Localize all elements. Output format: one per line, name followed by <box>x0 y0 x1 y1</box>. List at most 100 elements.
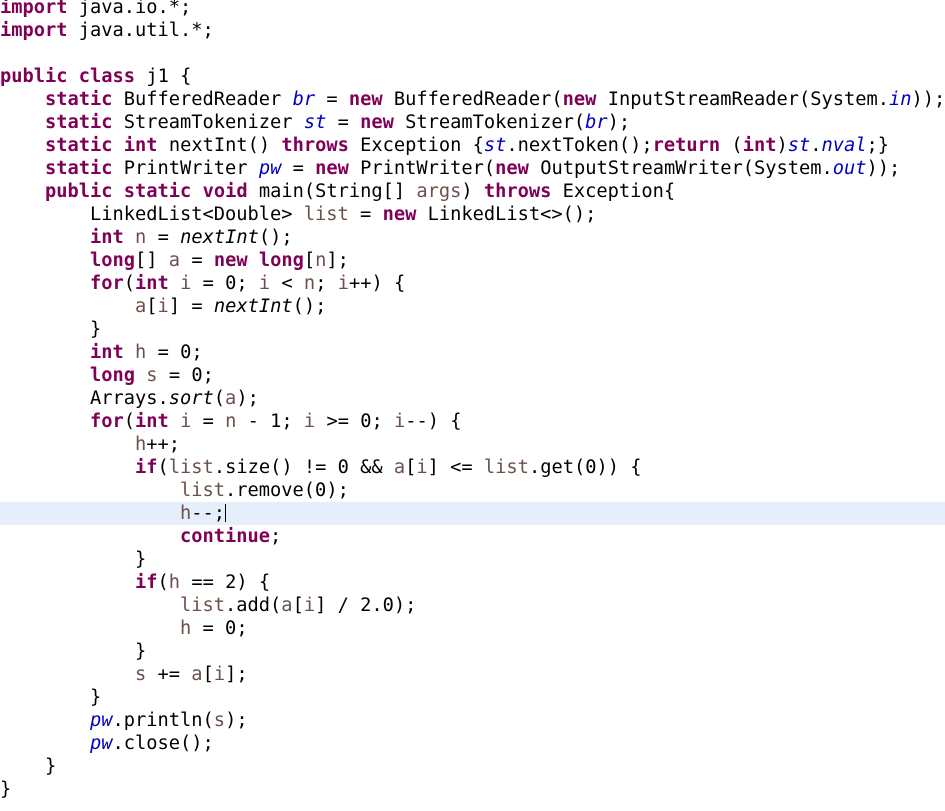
code-token: && <box>348 457 394 478</box>
code-token: 0 <box>337 457 349 478</box>
code-line[interactable]: for(int i = n - 1; i >= 0; i--) { <box>0 410 945 433</box>
code-line[interactable] <box>0 42 945 65</box>
code-line[interactable]: if(list.size() != 0 && a[i] <= list.get(… <box>0 456 945 479</box>
code-token: } <box>0 756 57 777</box>
code-token: { <box>168 66 192 87</box>
code-token: = <box>146 342 181 363</box>
code-token: )); <box>866 158 901 179</box>
code-line[interactable]: static StreamTokenizer st = new StreamTo… <box>0 111 945 134</box>
code-token: a <box>225 388 237 409</box>
code-line[interactable]: h++; <box>0 433 945 456</box>
code-line[interactable]: LinkedList<Double> list = new LinkedList… <box>0 203 945 226</box>
code-line[interactable]: continue; <box>0 525 945 548</box>
code-line[interactable]: int n = nextInt(); <box>0 226 945 249</box>
code-lines-container[interactable]: import java.io.*; import java.util.*; publ… <box>0 0 945 801</box>
code-token: ); <box>225 710 248 731</box>
code-token: } <box>0 549 147 570</box>
code-token: Arrays. <box>0 388 169 409</box>
code-line[interactable]: pw.close(); <box>0 732 945 755</box>
code-line[interactable]: } <box>0 755 945 778</box>
code-token: if <box>135 457 158 478</box>
code-line[interactable]: if(h == 2) { <box>0 571 945 594</box>
code-line-current[interactable]: h--; <box>0 502 945 525</box>
code-token: out <box>832 158 867 179</box>
code-line[interactable]: h = 0; <box>0 617 945 640</box>
code-token: = <box>191 411 226 432</box>
code-editor[interactable]: import java.io.*; import java.util.*; publ… <box>0 0 945 811</box>
code-line[interactable]: pw.println(s); <box>0 709 945 732</box>
code-token: list <box>303 204 349 225</box>
code-line[interactable]: import java.util.*; <box>0 19 945 42</box>
code-token: n <box>135 227 147 248</box>
code-token: pw <box>90 710 113 731</box>
code-line[interactable]: } <box>0 548 945 571</box>
code-token: (); <box>258 227 293 248</box>
code-line[interactable]: list.remove(0); <box>0 479 945 502</box>
code-line[interactable]: public class j1 { <box>0 65 945 88</box>
code-line[interactable]: int h = 0; <box>0 341 945 364</box>
code-line[interactable]: list.add(a[i] / 2.0); <box>0 594 945 617</box>
code-token: )) { <box>596 457 642 478</box>
code-token: int <box>742 135 777 156</box>
code-token: .get( <box>528 457 586 478</box>
code-token: ; <box>281 411 304 432</box>
code-token: i <box>303 595 316 616</box>
code-line[interactable]: s += a[i]; <box>0 663 945 686</box>
code-line[interactable]: static PrintWriter pw = new PrintWriter(… <box>0 157 945 180</box>
code-token: a <box>135 296 147 317</box>
code-token: sort <box>168 388 214 409</box>
code-token: = <box>157 365 192 386</box>
code-token: OutputStreamWriter(System. <box>540 158 833 179</box>
code-token: list <box>483 457 529 478</box>
code-token: i <box>303 411 316 432</box>
code-line[interactable]: long[] a = new long[n]; <box>0 249 945 272</box>
code-token: [ <box>146 296 158 317</box>
code-line[interactable]: long s = 0; <box>0 364 945 387</box>
code-line[interactable]: } <box>0 778 945 801</box>
code-line[interactable]: Arrays.sort(a); <box>0 387 945 410</box>
code-token: long <box>90 250 136 271</box>
code-line[interactable]: import java.io.*; <box>0 0 945 19</box>
code-line[interactable]: } <box>0 686 945 709</box>
code-line[interactable]: static BufferedReader br = new BufferedR… <box>0 88 945 111</box>
code-token: nextInt() <box>168 135 282 156</box>
code-token: br <box>585 112 608 133</box>
code-token: h <box>168 572 181 593</box>
code-token: StreamTokenizer <box>123 112 293 133</box>
code-token: BufferedReader( <box>393 89 563 110</box>
code-line[interactable]: public static void main(String[] args) t… <box>0 180 945 203</box>
code-token: [ <box>202 664 214 685</box>
code-token: java.util.*; <box>67 20 214 41</box>
code-token: .println( <box>112 710 214 731</box>
code-line[interactable]: for(int i = 0; i < n; i++) { <box>0 272 945 295</box>
code-line[interactable]: static int nextInt() throws Exception {s… <box>0 134 945 157</box>
code-token: for <box>90 411 124 432</box>
code-token: st <box>303 112 327 133</box>
code-token: --; <box>191 503 226 524</box>
code-token: = <box>180 250 214 271</box>
code-token: 0 <box>225 273 237 294</box>
code-line[interactable]: a[i] = nextInt(); <box>0 295 945 318</box>
code-line[interactable]: } <box>0 318 945 341</box>
code-token: list <box>168 457 214 478</box>
code-token: ; <box>202 365 214 386</box>
code-token: ( <box>213 388 226 409</box>
code-token: h <box>180 618 192 639</box>
code-token: i <box>337 273 349 294</box>
code-line[interactable]: } <box>0 640 945 663</box>
code-token: BufferedReader <box>123 89 282 110</box>
code-token: long <box>258 250 304 271</box>
code-token: ); <box>326 480 349 501</box>
code-token: = <box>348 204 383 225</box>
code-token: new <box>382 204 417 225</box>
code-token: return <box>652 135 721 156</box>
code-token: list <box>180 595 226 616</box>
